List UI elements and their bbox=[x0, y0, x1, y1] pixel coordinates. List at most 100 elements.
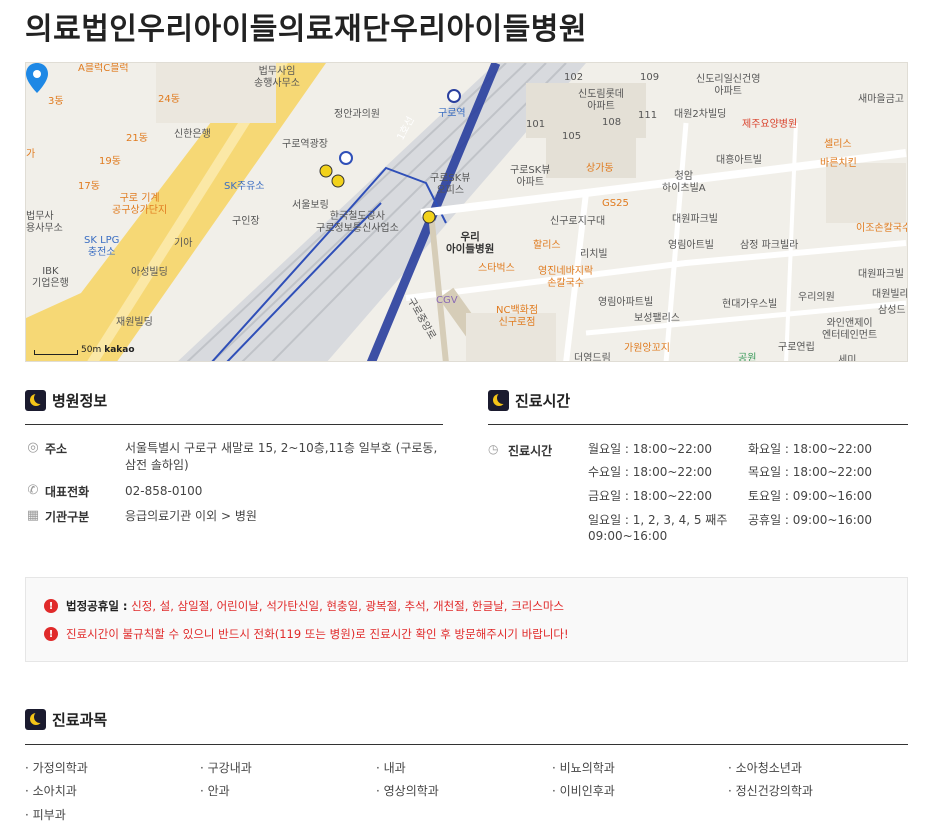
map-label: 구로SK뷰 아파트 bbox=[510, 165, 551, 188]
department-item: · 정신건강의학과 bbox=[728, 784, 813, 798]
hours-sun: 일요일 : 1, 2, 3, 4, 5 째주 bbox=[588, 513, 728, 527]
hours-fri: 금요일 : 18:00~22:00 bbox=[588, 489, 713, 503]
map-label: 신한은행 bbox=[174, 129, 211, 140]
map-label: 우리의원 bbox=[798, 292, 835, 303]
hospital-location-map[interactable]: A블럭C블럭 3동 24동 21동 19동 17동 가 법무사임 송행사무소 신… bbox=[25, 62, 908, 362]
scale-label: 50m bbox=[81, 345, 102, 355]
map-label: 재원빌딩 bbox=[116, 317, 153, 328]
departments-heading: 진료과목 bbox=[25, 709, 107, 730]
map-label: 대흥아트빌 bbox=[716, 155, 762, 166]
building-icon: ▦ bbox=[26, 508, 40, 523]
map-label: 3동 bbox=[48, 96, 64, 107]
phone-label: 대표전화 bbox=[45, 485, 90, 499]
map-label: 구로연립 bbox=[778, 342, 815, 353]
divider bbox=[488, 424, 908, 425]
holiday-notice: ! 법정공휴일 : 신정, 설, 삼일절, 어린이날, 석가탄신일, 현충일, … bbox=[44, 598, 564, 614]
map-label: GS25 bbox=[602, 198, 629, 209]
hours-sun-time: 09:00~16:00 bbox=[588, 529, 668, 543]
map-label: 정안과의원 bbox=[334, 109, 380, 120]
map-label: 신구로지구대 bbox=[550, 216, 606, 227]
map-label: 영림아트빌 bbox=[668, 240, 714, 251]
map-label: 102 bbox=[564, 72, 584, 83]
warning-text: 진료시간이 불규칙할 수 있으니 반드시 전화(119 또는 병원)로 진료시간… bbox=[66, 627, 569, 641]
scale-bar bbox=[34, 350, 78, 355]
map-label: 바른치킨 bbox=[820, 158, 857, 169]
phone-value[interactable]: 02-858-0100 bbox=[125, 483, 450, 500]
map-label: 영진네바지락 손칼국수 bbox=[538, 266, 594, 289]
department-item: · 비뇨의학과 bbox=[552, 761, 615, 775]
map-label: SK주유소 bbox=[224, 181, 265, 192]
department-item: · 내과 bbox=[376, 761, 406, 775]
map-label: 상가동 bbox=[586, 163, 614, 174]
map-label: 법무사임 송행사무소 bbox=[254, 66, 300, 89]
map-label: 109 bbox=[640, 72, 660, 83]
department-item: · 가정의학과 bbox=[25, 761, 88, 775]
holiday-label: 법정공휴일 : bbox=[66, 599, 128, 613]
map-label: 108 bbox=[602, 117, 622, 128]
map-label: 17동 bbox=[78, 181, 100, 192]
moon-icon bbox=[25, 709, 46, 730]
address-label: 주소 bbox=[45, 442, 68, 456]
map-label: 한국철도공사 구로정보통신사업소 bbox=[316, 211, 399, 234]
map-label: 101 bbox=[526, 119, 546, 130]
moon-icon bbox=[488, 390, 509, 411]
type-value: 응급의료기관 이외 > 병원 bbox=[125, 509, 257, 523]
department-item: · 영상의학과 bbox=[376, 784, 439, 798]
map-label: 청암 하이츠빌A bbox=[662, 171, 706, 194]
map-label: 가원앙꼬지 bbox=[624, 343, 670, 354]
map-label: IBK 기업은행 bbox=[32, 266, 69, 289]
map-label: 19동 bbox=[99, 156, 121, 167]
hospital-info-title: 병원정보 bbox=[52, 392, 108, 410]
map-label: 대원파크빌 bbox=[858, 269, 904, 280]
moon-icon bbox=[25, 390, 46, 411]
map-label: 새마을금고 bbox=[858, 94, 904, 105]
holiday-text: 신정, 설, 삼일절, 어린이날, 석가탄신일, 현충일, 광복절, 추석, 개… bbox=[131, 599, 564, 613]
map-label: 구로SK뷰 오피스 bbox=[430, 173, 471, 196]
map-label: 삼정 파크빌라 bbox=[740, 240, 799, 251]
map-label: 스타벅스 bbox=[478, 263, 515, 274]
hours-holiday: 공휴일 : 09:00~16:00 bbox=[748, 513, 873, 527]
map-label-hospital: 우리 아이들병원 bbox=[446, 231, 495, 256]
hours-tue: 화요일 : 18:00~22:00 bbox=[748, 442, 873, 456]
map-label: 구로 기계 공구상가단지 bbox=[112, 193, 168, 216]
hours-sat: 토요일 : 09:00~16:00 bbox=[748, 489, 873, 503]
notice-box: ! 법정공휴일 : 신정, 설, 삼일절, 어린이날, 석가탄신일, 현충일, … bbox=[25, 577, 908, 662]
map-label: 신도리일신건영 아파트 bbox=[696, 74, 761, 97]
map-label: 제주요양병원 bbox=[742, 119, 798, 130]
map-label: 대원빌라 bbox=[872, 289, 908, 300]
phone-row: ✆ 대표전화 02-858-0100 bbox=[25, 483, 450, 500]
map-label: 법무사 용사무소 bbox=[26, 211, 63, 234]
type-label: 기관구분 bbox=[45, 510, 90, 524]
map-label: 이조손칼국수 bbox=[856, 223, 908, 234]
department-item: · 구강내과 bbox=[200, 761, 252, 775]
department-item: · 이비인후과 bbox=[552, 784, 615, 798]
location-icon: ◎ bbox=[27, 440, 39, 455]
map-label: 더영드림 bbox=[574, 353, 611, 362]
map-label: 기아 bbox=[174, 238, 193, 249]
address-value: 서울특별시 구로구 새말로 15, 2~10층,11층 일부호 (구로동, 삼전… bbox=[125, 441, 438, 473]
divider bbox=[25, 424, 443, 425]
hours-label: 진료시간 bbox=[508, 444, 553, 458]
department-item: · 피부과 bbox=[25, 808, 66, 822]
hours-mon: 월요일 : 18:00~22:00 bbox=[588, 442, 713, 456]
map-label: 공원 bbox=[738, 353, 757, 362]
map-label: CGV bbox=[436, 295, 458, 306]
phone-icon: ✆ bbox=[27, 483, 39, 498]
hospital-pin-icon[interactable] bbox=[26, 63, 48, 93]
clock-icon: ◷ bbox=[488, 442, 499, 456]
kakao-logo: kakao bbox=[104, 345, 135, 355]
map-label: NC백화점 신구로점 bbox=[496, 305, 539, 328]
map-label: 현대가우스빌 bbox=[722, 299, 778, 310]
map-scale: 50m kakao bbox=[34, 345, 135, 355]
hours-title: 진료시간 bbox=[515, 392, 571, 410]
hospital-info-heading: 병원정보 bbox=[25, 390, 107, 411]
map-label: 영림아파트빌 bbox=[598, 297, 654, 308]
map-label: 할리스 bbox=[533, 240, 561, 251]
map-label: 셀리스 bbox=[824, 139, 852, 150]
departments-title: 진료과목 bbox=[52, 711, 108, 729]
divider bbox=[25, 744, 908, 745]
map-label: 구로역 bbox=[438, 108, 466, 119]
map-label: 대원파크빌 bbox=[672, 214, 718, 225]
map-label: 리치빌 bbox=[580, 249, 608, 260]
warning-notice: ! 진료시간이 불규칙할 수 있으니 반드시 전화(119 또는 병원)로 진료… bbox=[44, 626, 569, 642]
